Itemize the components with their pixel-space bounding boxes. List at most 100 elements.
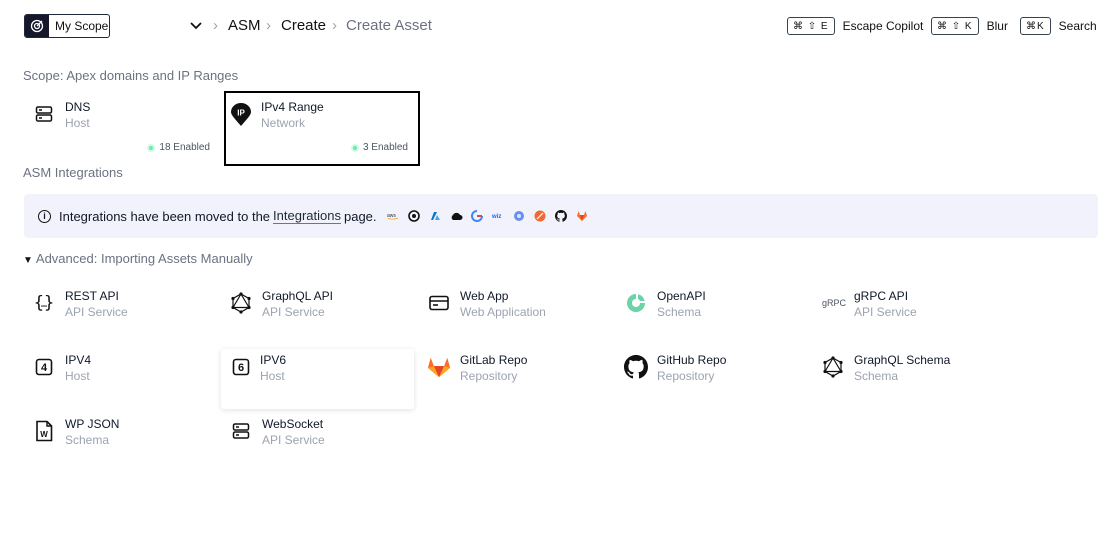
shortcut-label: Blur	[986, 19, 1008, 33]
card-subtitle: Repository	[460, 369, 518, 383]
svg-text:wiz: wiz	[492, 214, 501, 220]
svg-text:IP: IP	[237, 109, 245, 118]
card-subtitle: Repository	[657, 369, 715, 383]
shortcut-label: Escape Copilot	[842, 19, 924, 33]
shortcut-keys: ⌘K	[1020, 17, 1051, 35]
card-subtitle: Schema	[657, 305, 702, 319]
asset-card-grpc-api[interactable]: gRPC gRPC API API Service	[815, 281, 1011, 343]
asset-card-ipv6[interactable]: 6 IPV6 Host	[221, 349, 414, 409]
card-subtitle: API Service	[262, 433, 325, 447]
graphql-icon	[821, 355, 845, 379]
card-subtitle: Network	[261, 116, 306, 130]
card-title: OpenAPI	[657, 289, 706, 303]
chevron-right-icon: ›	[266, 17, 271, 34]
asset-card-rest-api[interactable]: {} REST API API Service	[26, 281, 222, 343]
svg-text:aws: aws	[387, 213, 396, 219]
ipv4-icon: 4	[32, 355, 56, 379]
asset-card-graphql-schema[interactable]: GraphQL Schema Schema	[815, 345, 1011, 407]
shortcut-keys: ⌘ ⇧ K	[931, 17, 979, 35]
card-title: GraphQL API	[262, 289, 333, 303]
asset-card-gitlab-repo[interactable]: GitLab Repo Repository	[421, 345, 617, 407]
gitlab-icon	[576, 210, 589, 223]
asset-card-openapi[interactable]: OpenAPI Schema	[618, 281, 814, 343]
card-subtitle: API Service	[65, 305, 128, 319]
asset-card-wp-json[interactable]: W WP JSON Schema	[26, 409, 222, 471]
scope-card-dns[interactable]: DNS Host 18 Enabled	[26, 92, 222, 154]
breadcrumb-create[interactable]: Create	[281, 17, 326, 34]
breadcrumb-asm[interactable]: ASM	[228, 17, 261, 34]
notice-text: Integrations have been moved to the	[59, 208, 271, 224]
asset-card-web-app[interactable]: Web App Web Application	[421, 281, 617, 343]
asset-card-ipv4[interactable]: 4 IPV4 Host	[26, 345, 222, 407]
caret-down-icon: ▼	[23, 255, 33, 266]
ipv6-icon: 6	[229, 355, 253, 379]
asset-card-websocket[interactable]: WebSocket API Service	[223, 409, 419, 471]
azure-icon	[429, 210, 442, 223]
scope-selector[interactable]: My Scope	[24, 14, 110, 38]
ip-pin-icon: IP	[229, 103, 253, 127]
search-shortcut[interactable]: ⌘K Search	[1020, 17, 1097, 35]
card-title: IPv4 Range	[261, 100, 324, 114]
scope-card-ipv4-range[interactable]: IP IPv4 Range Network 3 Enabled	[224, 91, 420, 166]
wordpress-file-icon: W	[32, 419, 56, 443]
blur-shortcut[interactable]: ⌘ ⇧ K Blur	[931, 17, 1008, 35]
scope-label: My Scope	[55, 19, 109, 33]
openai-icon	[408, 210, 421, 223]
braces-icon: {}	[32, 291, 56, 315]
card-subtitle: API Service	[262, 305, 325, 319]
svg-text:{}: {}	[34, 293, 54, 313]
github-icon	[555, 210, 568, 223]
asset-card-github-repo[interactable]: GitHub Repo Repository	[618, 345, 814, 407]
card-title: GraphQL Schema	[854, 353, 951, 367]
advanced-section-toggle[interactable]: ▼ Advanced: Importing Assets Manually	[23, 251, 253, 266]
card-title: WebSocket	[262, 417, 324, 431]
card-subtitle: Web Application	[460, 305, 546, 319]
escape-copilot-shortcut[interactable]: ⌘ ⇧ E Escape Copilot	[787, 17, 923, 35]
card-subtitle: Schema	[65, 433, 110, 447]
card-subtitle: API Service	[854, 305, 917, 319]
card-subtitle: Host	[260, 369, 285, 383]
card-subtitle: Host	[65, 116, 90, 130]
gcp-icon	[471, 210, 484, 223]
server-icon	[229, 419, 253, 443]
target-icon	[25, 15, 49, 37]
graphql-icon	[229, 291, 253, 315]
status-badge: 3 Enabled	[350, 142, 408, 153]
asset-card-graphql-api[interactable]: GraphQL API API Service	[223, 281, 419, 343]
card-title: GitLab Repo	[460, 353, 528, 367]
integrations-link[interactable]: Integrations	[273, 208, 341, 224]
status-badge: 18 Enabled	[147, 142, 210, 153]
chevron-down-icon[interactable]	[188, 18, 204, 34]
card-title: GitHub Repo	[657, 353, 727, 367]
card-title: REST API	[65, 289, 119, 303]
card-title: Web App	[460, 289, 509, 303]
info-icon: i	[38, 209, 51, 223]
browser-window-icon	[427, 291, 451, 315]
card-title: DNS	[65, 100, 91, 114]
svg-text:gRPC: gRPC	[822, 298, 847, 308]
breadcrumb-current: Create Asset	[346, 17, 432, 34]
openapi-icon	[624, 291, 648, 315]
github-icon	[624, 355, 648, 379]
shortcut-keys: ⌘ ⇧ E	[787, 17, 835, 35]
scope-section-title: Scope: Apex domains and IP Ranges	[23, 68, 239, 83]
svg-text:4: 4	[41, 362, 48, 374]
svg-text:6: 6	[238, 362, 244, 374]
shortcut-label: Search	[1058, 19, 1097, 33]
card-title: WP JSON	[65, 417, 120, 431]
cloud-icon	[450, 210, 463, 223]
chevron-right-icon: ›	[332, 17, 337, 34]
orange-circle-icon	[534, 210, 547, 223]
grpc-icon: gRPC	[821, 291, 849, 315]
wiz-icon: wiz	[492, 210, 505, 223]
card-subtitle: Schema	[854, 369, 899, 383]
gitlab-icon	[427, 355, 451, 379]
card-subtitle: Host	[65, 369, 90, 383]
card-title: IPV4	[65, 353, 92, 367]
card-title: gRPC API	[854, 289, 909, 303]
notice-text-suffix: page.	[343, 208, 377, 224]
chevron-right-icon: ›	[213, 17, 218, 34]
integrations-notice: i Integrations have been moved to the In…	[24, 194, 1098, 238]
integrations-section-title: ASM Integrations	[23, 165, 123, 180]
blue-dot-icon	[513, 210, 526, 223]
